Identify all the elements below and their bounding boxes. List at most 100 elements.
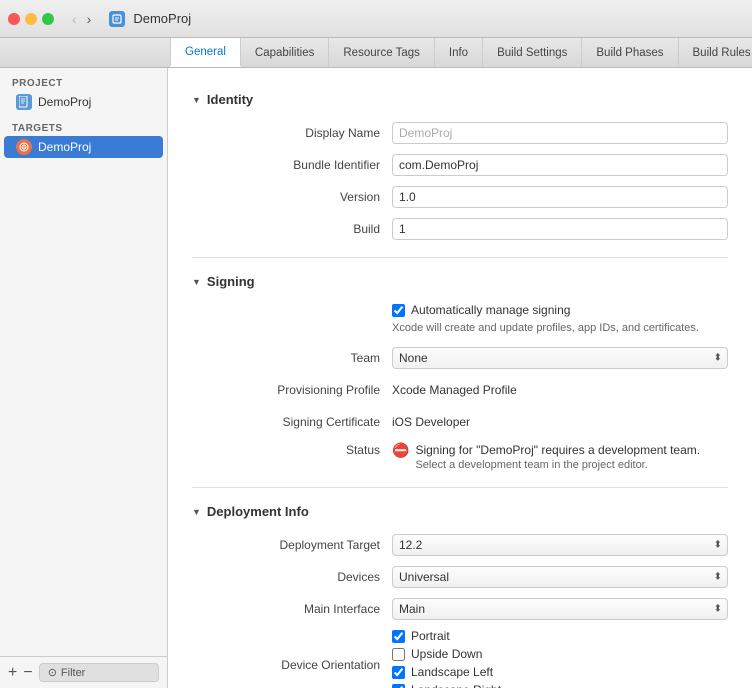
display-name-input[interactable] [392, 122, 728, 144]
divider-1 [192, 257, 728, 258]
targets-section-label: TARGETS [0, 117, 167, 136]
status-message: Signing for "DemoProj" requires a develo… [415, 442, 700, 459]
project-section-label: PROJECT [0, 72, 167, 91]
project-file-icon [16, 94, 32, 110]
team-label: Team [192, 351, 392, 365]
bundle-id-input[interactable] [392, 154, 728, 176]
tab-build-settings[interactable]: Build Settings [483, 38, 582, 67]
status-sub-message: Select a development team in the project… [415, 459, 700, 471]
orientation-landscape-right-row: Landscape Right [392, 683, 501, 688]
prov-profile-row: Provisioning Profile Xcode Managed Profi… [192, 378, 728, 402]
portrait-checkbox[interactable] [392, 630, 405, 643]
window-title: DemoProj [133, 11, 191, 26]
close-button[interactable] [8, 13, 20, 25]
version-input[interactable] [392, 186, 728, 208]
landscape-left-label[interactable]: Landscape Left [411, 665, 493, 679]
filter-icon: ⊙ [48, 666, 57, 679]
deploy-target-select-wrap: 12.2 ⬍ [392, 534, 728, 556]
deployment-section-header[interactable]: ▼ Deployment Info [192, 504, 728, 519]
device-orientation-row: Device Orientation Portrait Upside Down … [192, 629, 728, 688]
signing-triangle-icon: ▼ [192, 277, 201, 287]
bundle-id-label: Bundle Identifier [192, 158, 392, 172]
upside-down-label[interactable]: Upside Down [411, 647, 482, 661]
devices-row: Devices Universal ⬍ [192, 565, 728, 589]
cert-value: iOS Developer [392, 415, 470, 429]
auto-manage-note: Xcode will create and update profiles, a… [392, 321, 728, 336]
deployment-triangle-icon: ▼ [192, 507, 201, 517]
tab-capabilities[interactable]: Capabilities [241, 38, 329, 67]
nav-arrows: ‹ › [68, 9, 95, 29]
version-row: Version [192, 185, 728, 209]
orientation-upsidedown-row: Upside Down [392, 647, 501, 661]
landscape-right-label[interactable]: Landscape Right [411, 683, 501, 688]
window-controls [8, 13, 54, 25]
sidebar-footer: + − ⊙ Filter [0, 656, 167, 688]
status-content: ⛔ Signing for "DemoProj" requires a deve… [392, 442, 728, 471]
maximize-button[interactable] [42, 13, 54, 25]
orientation-landscape-left-row: Landscape Left [392, 665, 501, 679]
prov-profile-value: Xcode Managed Profile [392, 383, 517, 397]
orientation-checkboxes: Portrait Upside Down Landscape Left Land… [392, 629, 501, 688]
add-button[interactable]: + [8, 665, 17, 681]
status-row: Status ⛔ Signing for "DemoProj" requires… [192, 442, 728, 471]
cert-row: Signing Certificate iOS Developer [192, 410, 728, 434]
minimize-button[interactable] [25, 13, 37, 25]
filter-button[interactable]: ⊙ Filter [39, 663, 159, 682]
status-label: Status [192, 442, 392, 457]
team-row: Team None ⬍ [192, 346, 728, 370]
team-select-wrap: None ⬍ [392, 347, 728, 369]
status-error-icon: ⛔ [392, 442, 409, 459]
tab-build-rules[interactable]: Build Rules [679, 38, 752, 67]
bundle-id-row: Bundle Identifier [192, 153, 728, 177]
version-label: Version [192, 190, 392, 204]
portrait-label[interactable]: Portrait [411, 629, 450, 643]
tab-info[interactable]: Info [435, 38, 483, 67]
landscape-left-checkbox[interactable] [392, 666, 405, 679]
remove-button[interactable]: − [23, 665, 32, 681]
devices-select[interactable]: Universal [392, 566, 728, 588]
sidebar-project-label: DemoProj [38, 95, 91, 109]
auto-signing-section: Automatically manage signing Xcode will … [392, 303, 728, 336]
target-icon [16, 139, 32, 155]
landscape-right-checkbox[interactable] [392, 684, 405, 688]
main-interface-select-wrap: Main ⬍ [392, 598, 728, 620]
cert-label: Signing Certificate [192, 415, 392, 429]
main-layout: PROJECT DemoProj TARGETS DemoProj + − ⊙ … [0, 68, 752, 688]
build-row: Build [192, 217, 728, 241]
filter-label: Filter [61, 667, 85, 679]
main-interface-label: Main Interface [192, 602, 392, 616]
orientation-portrait-row: Portrait [392, 629, 501, 643]
identity-section-header[interactable]: ▼ Identity [192, 92, 728, 107]
display-name-row: Display Name [192, 121, 728, 145]
auto-manage-checkbox[interactable] [392, 304, 405, 317]
signing-section-title: Signing [207, 274, 255, 289]
signing-section-header[interactable]: ▼ Signing [192, 274, 728, 289]
deployment-section-title: Deployment Info [207, 504, 309, 519]
sidebar: PROJECT DemoProj TARGETS DemoProj + − ⊙ … [0, 68, 168, 688]
deploy-target-select[interactable]: 12.2 [392, 534, 728, 556]
sidebar-item-project[interactable]: DemoProj [0, 91, 167, 113]
sidebar-item-target[interactable]: DemoProj [4, 136, 163, 158]
tab-build-phases[interactable]: Build Phases [582, 38, 678, 67]
auto-manage-label[interactable]: Automatically manage signing [411, 303, 570, 317]
nav-back-button[interactable]: ‹ [68, 9, 81, 29]
deploy-target-label: Deployment Target [192, 538, 392, 552]
main-interface-select[interactable]: Main [392, 598, 728, 620]
device-orientation-label: Device Orientation [192, 658, 392, 672]
nav-forward-button[interactable]: › [83, 9, 96, 29]
identity-triangle-icon: ▼ [192, 95, 201, 105]
devices-select-wrap: Universal ⬍ [392, 566, 728, 588]
build-label: Build [192, 222, 392, 236]
tab-resource-tags[interactable]: Resource Tags [329, 38, 435, 67]
main-interface-row: Main Interface Main ⬍ [192, 597, 728, 621]
auto-manage-row: Automatically manage signing [392, 303, 728, 317]
content-area: ▼ Identity Display Name Bundle Identifie… [168, 68, 752, 688]
title-bar: ‹ › DemoProj [0, 0, 752, 38]
status-messages: Signing for "DemoProj" requires a develo… [415, 442, 700, 471]
prov-profile-label: Provisioning Profile [192, 383, 392, 397]
upside-down-checkbox[interactable] [392, 648, 405, 661]
build-input[interactable] [392, 218, 728, 240]
team-select[interactable]: None [392, 347, 728, 369]
deploy-target-row: Deployment Target 12.2 ⬍ [192, 533, 728, 557]
tab-general[interactable]: General [170, 38, 241, 67]
